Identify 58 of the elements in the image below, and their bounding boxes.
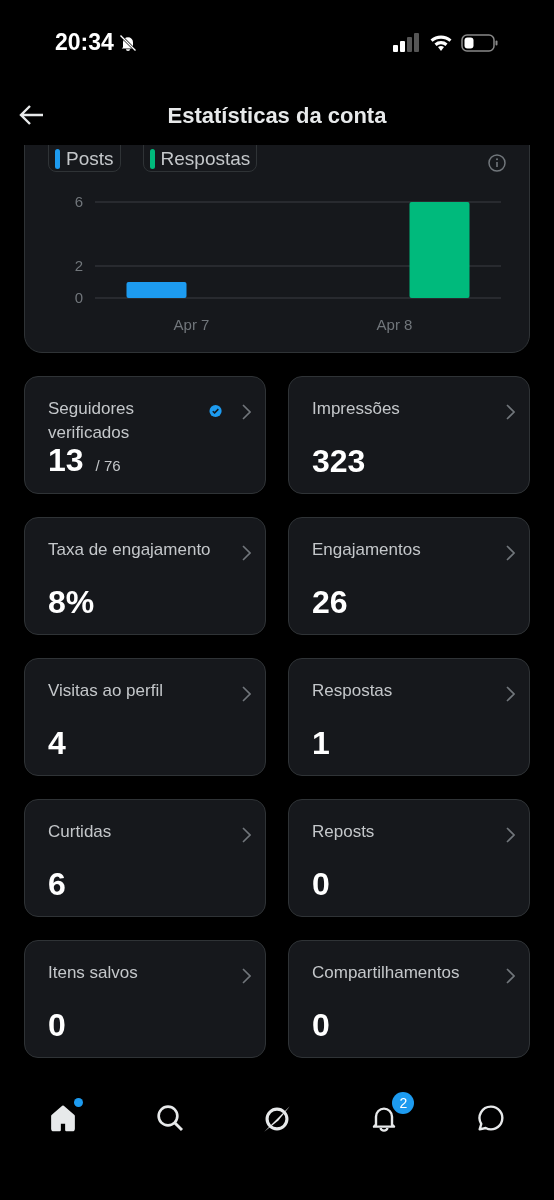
- stat-label: Respostas: [312, 680, 393, 702]
- notification-count-badge: 2: [392, 1092, 415, 1114]
- stat-card[interactable]: Taxa de engajamento 8%: [24, 517, 266, 635]
- stat-label: Compartilhamentos: [312, 962, 460, 984]
- axis-tick-label: Apr 7: [173, 316, 210, 333]
- stat-value: 6: [48, 868, 66, 900]
- stat-value: 13: [48, 443, 84, 476]
- stat-card[interactable]: Reposts 0: [288, 799, 530, 917]
- back-arrow-icon: [18, 104, 44, 126]
- stat-label: Curtidas: [48, 821, 112, 843]
- stat-value: 1: [312, 727, 330, 759]
- stat-card[interactable]: Itens salvos 0: [24, 940, 266, 1058]
- stat-label: Engajamentos: [312, 539, 421, 561]
- info-icon: [488, 154, 506, 172]
- chevron-right-icon: [241, 404, 251, 420]
- stat-label: Taxa de engajamento: [48, 539, 211, 561]
- stat-label: Impressões: [312, 398, 400, 420]
- chevron-right-icon: [505, 827, 515, 843]
- stat-label: Itens salvos: [48, 962, 138, 984]
- chevron-right-icon: [241, 686, 251, 702]
- muted-bell-icon: [117, 32, 138, 53]
- chevron-right-icon: [505, 686, 515, 702]
- stat-label: Seguidores verificados: [48, 398, 135, 444]
- stat-value: 4: [48, 727, 66, 759]
- axis-tick-label: 6: [74, 193, 83, 210]
- page-title: Estatísticas da conta: [167, 101, 387, 130]
- chevron-right-icon: [505, 404, 515, 420]
- stat-card[interactable]: Impressões 323: [288, 376, 530, 494]
- chevron-right-icon: [505, 545, 515, 561]
- signal-icon: [393, 32, 421, 53]
- stat-card[interactable]: Compartilhamentos 0: [288, 940, 530, 1058]
- legend-label: Respostas: [160, 146, 251, 171]
- stat-label: Reposts: [312, 821, 375, 843]
- axis-tick-label: Apr 8: [376, 316, 413, 333]
- stat-card[interactable]: Curtidas 6: [24, 799, 266, 917]
- axis-tick-label: 0: [74, 289, 83, 306]
- stat-card[interactable]: Seguidores verificados 13 / 76: [24, 376, 266, 494]
- status-time: 20:34: [55, 28, 114, 58]
- wifi-icon: [429, 33, 453, 52]
- legend-label: Posts: [66, 146, 114, 171]
- axis-tick-label: 2: [74, 257, 83, 274]
- stat-value: 323: [312, 445, 366, 477]
- stat-card[interactable]: Visitas ao perfil 4: [24, 658, 266, 776]
- stat-value: 26: [312, 586, 348, 618]
- stat-total: / 76: [95, 455, 121, 476]
- chevron-right-icon: [241, 545, 251, 561]
- chevron-right-icon: [241, 968, 251, 984]
- chevron-right-icon: [241, 827, 251, 843]
- stat-value: 0: [48, 1009, 66, 1041]
- chart-bar: [126, 282, 187, 298]
- stat-value: 0: [312, 868, 330, 900]
- stat-value: 8%: [48, 586, 95, 618]
- battery-icon: [461, 32, 499, 53]
- chevron-right-icon: [505, 968, 515, 984]
- stat-card[interactable]: Respostas 1: [288, 658, 530, 776]
- stat-label: Visitas ao perfil: [48, 680, 163, 702]
- stat-value: 0: [312, 1009, 330, 1041]
- stat-card[interactable]: Engajamentos 26: [288, 517, 530, 635]
